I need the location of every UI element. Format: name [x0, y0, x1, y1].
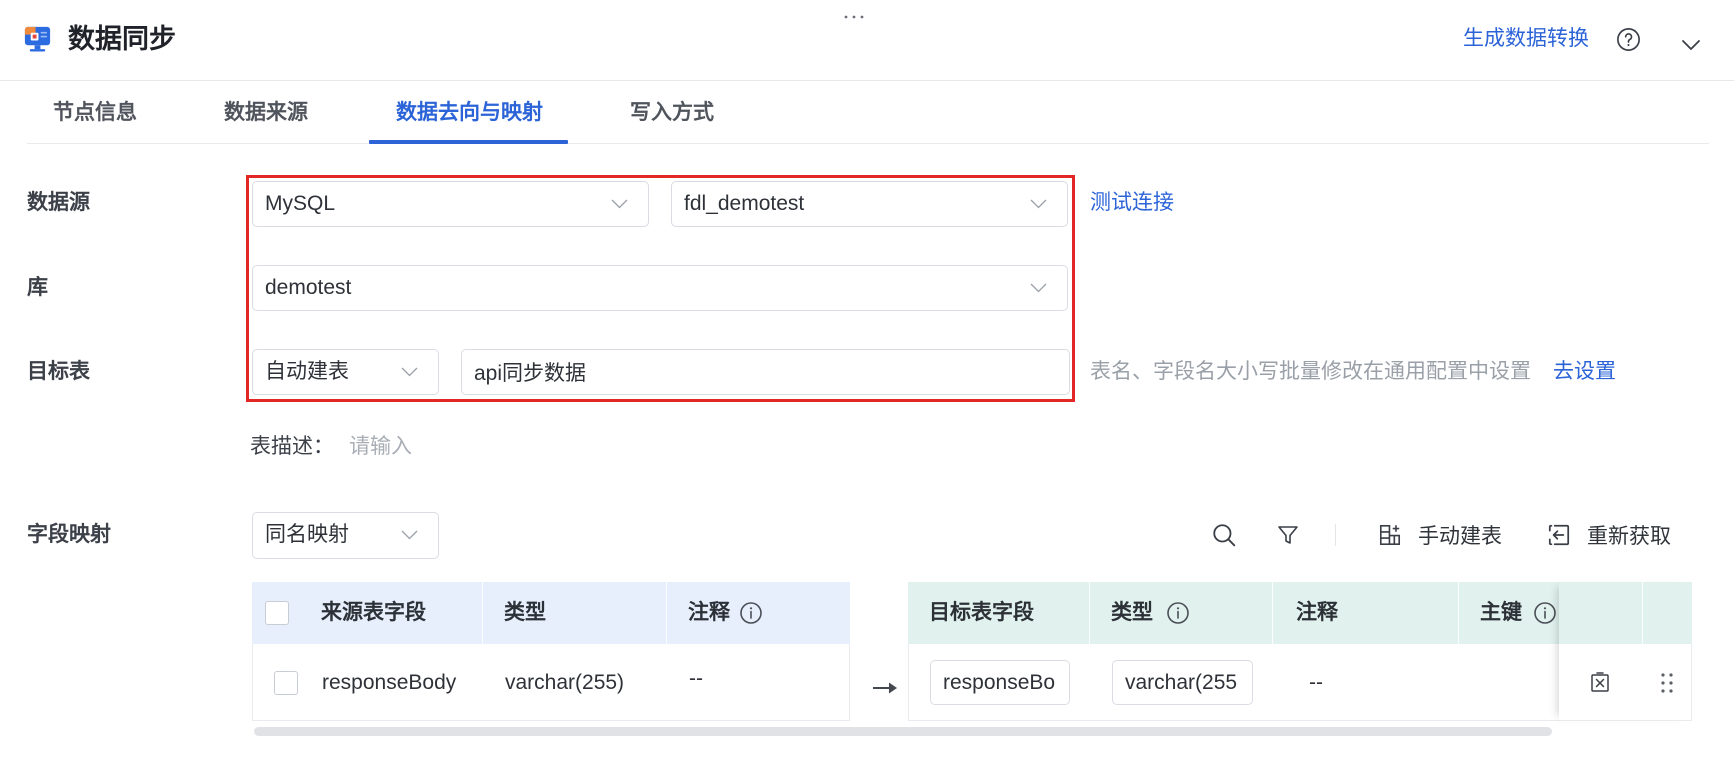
target-field-table: 目标表字段 类型 注释 主键 -- — [908, 582, 1692, 721]
column-divider — [1089, 582, 1090, 644]
column-header-source-type: 类型 — [504, 601, 546, 624]
datasource-label: 数据源 — [27, 191, 90, 214]
toolbar-divider — [1335, 524, 1336, 546]
column-header-source-field: 来源表字段 — [321, 601, 426, 624]
row-actions-header — [1559, 582, 1692, 644]
column-header-target-field: 目标表字段 — [929, 601, 1034, 624]
target-table-mode-select[interactable]: 自动建表 — [252, 349, 439, 395]
tab-write-method[interactable]: 写入方式 — [630, 98, 714, 128]
row-actions — [1559, 644, 1692, 721]
arrow-right-icon — [872, 677, 898, 694]
case-config-hint: 表名、字段名大小写批量修改在通用配置中设置 — [1090, 360, 1531, 383]
info-icon[interactable] — [739, 601, 763, 625]
column-header-target-comment: 注释 — [1296, 601, 1338, 624]
datasource-connection-select[interactable]: fdl_demotest — [671, 181, 1068, 227]
go-to-settings-link[interactable]: 去设置 — [1553, 357, 1616, 387]
column-header-primary-key: 主键 — [1480, 601, 1522, 624]
row-actions-column — [1559, 582, 1692, 721]
column-divider — [482, 582, 483, 644]
delete-row-icon[interactable] — [1588, 670, 1612, 694]
column-divider — [1458, 582, 1459, 644]
horizontal-scrollbar[interactable] — [254, 727, 1552, 736]
table-description-input[interactable] — [349, 429, 849, 465]
refetch-label: 重新获取 — [1587, 525, 1671, 548]
target-table-mode-value: 自动建表 — [265, 360, 349, 383]
page-title: 数据同步 — [68, 24, 176, 54]
test-connection-link[interactable]: 测试连接 — [1090, 188, 1174, 218]
manual-create-table-button[interactable]: 手动建表 — [1377, 520, 1502, 550]
refetch-button[interactable]: 重新获取 — [1546, 520, 1671, 550]
question-circle-icon[interactable] — [1616, 27, 1641, 52]
chevron-down-icon — [401, 367, 418, 377]
tab-node-info[interactable]: 节点信息 — [53, 98, 137, 128]
target-field-type-input[interactable] — [1112, 660, 1253, 705]
source-field-type: varchar(255) — [505, 671, 625, 694]
database-select[interactable]: demotest — [252, 265, 1068, 311]
drag-handle-icon[interactable] — [1657, 671, 1677, 695]
column-divider — [1642, 582, 1643, 644]
search-icon[interactable] — [1211, 522, 1237, 548]
datasource-connection-value: fdl_demotest — [684, 192, 805, 215]
chevron-down-icon — [611, 199, 628, 209]
database-value: demotest — [265, 276, 352, 299]
table-add-icon — [1379, 524, 1401, 546]
target-table-name-input[interactable] — [461, 349, 1070, 395]
field-mapping-mode-select[interactable]: 同名映射 — [252, 512, 439, 559]
active-tab-indicator — [369, 140, 568, 144]
table-row: responseBody varchar(255) -- — [252, 644, 850, 721]
column-divider — [666, 582, 667, 644]
column-header-source-comment: 注释 — [688, 601, 730, 624]
chevron-down-icon — [1030, 283, 1047, 293]
chevron-down-icon — [1030, 199, 1047, 209]
field-mapping-label: 字段映射 — [27, 523, 111, 546]
source-field-table: 来源表字段 类型 注释 responseBody varchar(255) -- — [252, 582, 850, 721]
chevron-down-icon — [401, 530, 418, 540]
tab-bar-divider — [27, 143, 1709, 144]
source-field-comment: -- — [689, 667, 703, 690]
window-drag-handle-icon[interactable] — [842, 2, 866, 19]
row-checkbox[interactable] — [274, 671, 298, 695]
target-table-label: 目标表 — [27, 360, 90, 383]
source-field-name: responseBody — [322, 671, 457, 694]
tab-data-destination-mapping[interactable]: 数据去向与映射 — [396, 98, 543, 128]
database-label: 库 — [27, 276, 48, 299]
data-sync-monitor-icon — [22, 23, 53, 54]
select-all-checkbox[interactable] — [265, 601, 289, 625]
generate-data-transform-link[interactable]: 生成数据转换 — [1463, 24, 1589, 54]
target-field-name-input[interactable] — [930, 660, 1070, 705]
datasource-type-value: MySQL — [265, 192, 336, 215]
header-divider — [0, 80, 1734, 81]
filter-icon[interactable] — [1276, 523, 1300, 547]
manual-create-table-label: 手动建表 — [1418, 525, 1502, 548]
column-header-target-type: 类型 — [1111, 601, 1153, 624]
table-description-label: 表描述： — [250, 435, 334, 458]
info-icon[interactable] — [1533, 601, 1557, 625]
field-mapping-mode-value: 同名映射 — [265, 523, 349, 546]
target-field-comment: -- — [1309, 671, 1323, 694]
info-icon[interactable] — [1166, 601, 1190, 625]
datasource-type-select[interactable]: MySQL — [252, 181, 649, 227]
chevron-down-icon[interactable] — [1681, 33, 1701, 50]
column-divider — [1272, 582, 1273, 644]
tab-data-source[interactable]: 数据来源 — [224, 98, 308, 128]
refresh-icon — [1548, 524, 1570, 546]
source-table-header: 来源表字段 类型 注释 — [252, 582, 850, 644]
